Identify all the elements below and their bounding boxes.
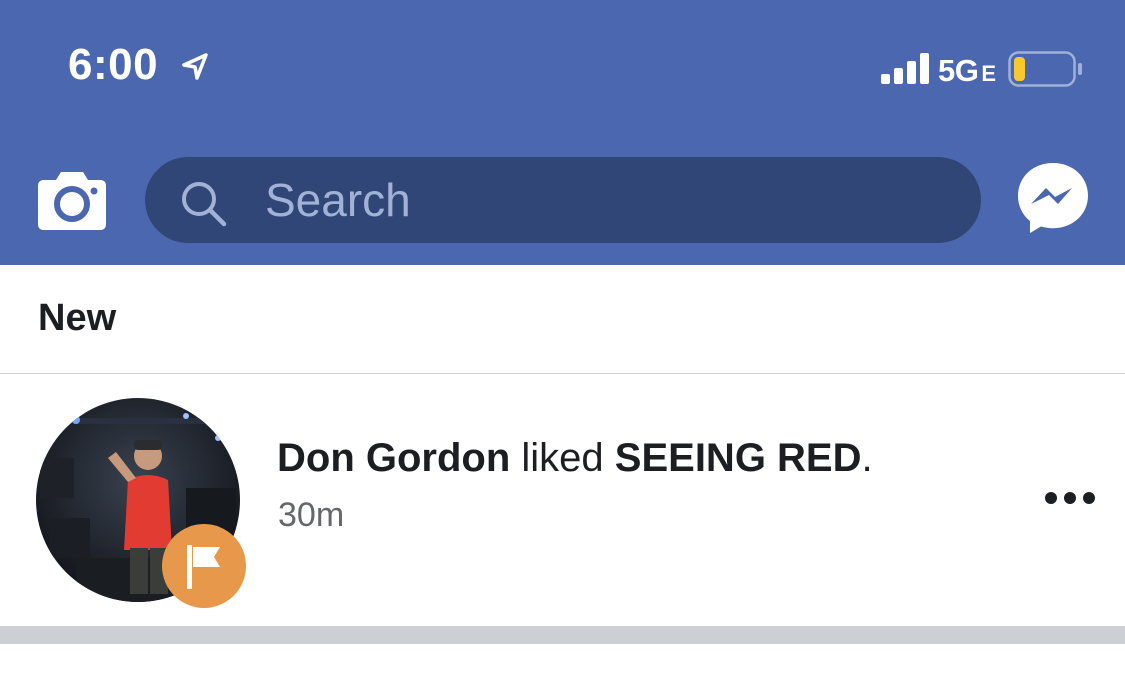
actor-name[interactable]: Don Gordon xyxy=(277,436,510,480)
messenger-icon xyxy=(1018,163,1088,233)
section-separator xyxy=(0,626,1125,644)
notification-timestamp: 30m xyxy=(278,496,345,534)
notification-action: liked xyxy=(510,436,615,480)
camera-icon xyxy=(38,172,106,230)
notification-punctuation: . xyxy=(861,436,873,480)
search-input[interactable] xyxy=(265,157,945,243)
signal-strength-icon xyxy=(881,53,929,84)
app-header: 6:00 5G E xyxy=(0,0,1125,265)
network-type: 5G E xyxy=(938,53,996,88)
notification-text: Don Gordon liked SEEING RED. xyxy=(277,436,873,481)
more-options-button[interactable] xyxy=(1040,488,1100,513)
search-bar[interactable] xyxy=(145,157,981,243)
section-label-new: New xyxy=(38,297,117,339)
page-name[interactable]: SEEING RED xyxy=(615,436,862,480)
status-time: 6:00 xyxy=(68,40,159,89)
more-dots-icon xyxy=(1045,492,1095,504)
messenger-button[interactable] xyxy=(1015,160,1091,241)
notification-item[interactable]: Don Gordon liked SEEING RED. 30m xyxy=(0,374,1125,626)
search-icon xyxy=(182,182,227,227)
camera-button[interactable] xyxy=(36,168,108,237)
battery-icon xyxy=(1008,51,1082,87)
location-arrow-icon xyxy=(182,53,208,80)
flag-icon xyxy=(162,524,246,608)
